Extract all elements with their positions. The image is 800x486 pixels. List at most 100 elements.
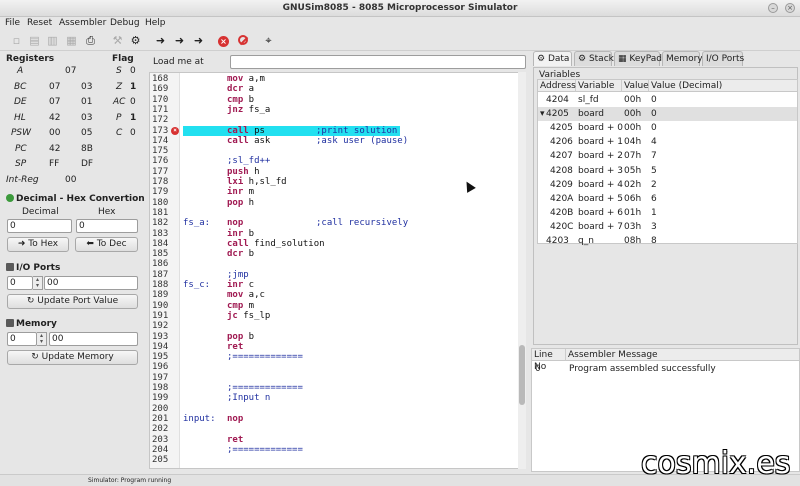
code-line[interactable]: 172	[150, 115, 518, 125]
breakpoint-icon[interactable]: ×	[171, 126, 179, 135]
variable-row[interactable]: 420A board + 5 06h 6	[538, 192, 797, 206]
hex-input[interactable]: 0	[76, 219, 138, 233]
tab-stack[interactable]: ⚙ Stack	[574, 51, 614, 66]
column-header-address[interactable]: Address	[538, 80, 576, 92]
message-row[interactable]: 0 Program assembled successfully	[532, 362, 791, 376]
code-line[interactable]: 197	[150, 373, 518, 383]
gear-icon[interactable]: ⚙	[128, 33, 143, 48]
code-line[interactable]: 180 pop h	[150, 198, 518, 208]
code-line[interactable]: 191 jc fs_lp	[150, 311, 518, 321]
save-as-icon[interactable]: ▦	[64, 33, 79, 48]
variable-expander-icon[interactable]: ▾	[540, 107, 545, 121]
new-file-icon[interactable]: ▫	[9, 33, 24, 48]
editor-scrollbar[interactable]	[518, 72, 526, 469]
to-hex-button[interactable]: ➜ To Hex	[7, 237, 69, 252]
code-line[interactable]: 185 dcr b	[150, 249, 518, 259]
to-dec-button[interactable]: ⬅ To Dec	[75, 237, 138, 252]
editor-scroll-thumb[interactable]	[519, 345, 525, 405]
tab-data[interactable]: ⚙ Data	[533, 51, 572, 66]
code-line[interactable]: 200	[150, 404, 518, 414]
tab-io-ports[interactable]: I/O Ports	[702, 51, 744, 66]
minimize-button[interactable]: –	[768, 3, 778, 13]
code-line[interactable]: 179 inr m	[150, 187, 518, 197]
code-line[interactable]: 205	[150, 455, 518, 465]
step-in-icon[interactable]: ➜	[191, 33, 206, 48]
variable-row[interactable]: 420B board + 6 01h 1	[538, 206, 797, 220]
code-line[interactable]: 169 dcr a	[150, 84, 518, 94]
code-line[interactable]: 186	[150, 259, 518, 269]
variable-row[interactable]: ▾ 4205 board 00h 0	[538, 107, 797, 122]
code-line[interactable]: 181	[150, 208, 518, 218]
code-line[interactable]: 175	[150, 146, 518, 156]
code-line[interactable]: 177 push h	[150, 167, 518, 177]
variable-row[interactable]: 4209 board + 4 02h 2	[538, 178, 797, 192]
code-line[interactable]: 183 inr b	[150, 229, 518, 239]
code-operands: fs_a	[248, 104, 271, 115]
code-line[interactable]: 193 pop b	[150, 332, 518, 342]
memory-address-input[interactable]: 0	[7, 332, 37, 346]
column-header-line-no[interactable]: Line No	[532, 349, 566, 372]
menu-reset[interactable]: Reset	[27, 17, 52, 30]
column-header-value[interactable]: Value	[622, 80, 649, 92]
code-line[interactable]: 190 cmp m	[150, 301, 518, 311]
column-header-variable[interactable]: Variable	[576, 80, 622, 92]
code-line[interactable]: 171 jnz fs_a	[150, 105, 518, 115]
code-line[interactable]: 199 ;Input n	[150, 393, 518, 403]
memory-address-spinner[interactable]: ▴ ▾	[37, 332, 47, 346]
variable-row[interactable]: 4206 board + 1 04h 4	[538, 135, 797, 149]
stop-icon[interactable]: ×	[216, 33, 231, 48]
crosshair-icon[interactable]: ⌖	[261, 33, 276, 48]
variable-row[interactable]: 4205 board + 0 00h 0	[538, 121, 797, 135]
variable-row[interactable]: 420C board + 7 03h 3	[538, 220, 797, 234]
update-memory-button[interactable]: ↻ Update Memory	[7, 350, 138, 365]
code-line[interactable]: 194 ret	[150, 342, 518, 352]
memory-value-input[interactable]: 00	[49, 332, 138, 346]
print-icon[interactable]: ⎙	[83, 33, 98, 48]
code-line[interactable]: 201 input: nop	[150, 414, 518, 424]
code-line[interactable]: 204 ;=============	[150, 445, 518, 455]
code-line[interactable]: 184 call find_solution	[150, 239, 518, 249]
code-mnemonic: dcr	[227, 84, 244, 95]
load-address-input[interactable]	[230, 55, 526, 69]
column-header-value-decimal[interactable]: Value (Decimal)	[649, 80, 797, 92]
variable-row[interactable]: 4204 sl_fd 00h 0	[538, 93, 797, 107]
code-line[interactable]: 198 ;=============	[150, 383, 518, 393]
close-button[interactable]: ×	[785, 3, 795, 13]
variable-row[interactable]: 4207 board + 2 07h 7	[538, 149, 797, 163]
tab-keypad[interactable]: ▦ KeyPad	[614, 51, 662, 66]
column-header-assembler-message[interactable]: Assembler Message	[566, 349, 799, 361]
tab-memory[interactable]: Memory	[662, 51, 703, 66]
code-line[interactable]: 187 ;jmp	[150, 270, 518, 280]
port-value-input[interactable]: 00	[44, 276, 138, 290]
code-line[interactable]: 195 ;=============	[150, 352, 518, 362]
decimal-input[interactable]: 0	[7, 219, 72, 233]
save-file-icon[interactable]: ▥	[45, 33, 60, 48]
open-file-icon[interactable]: ▤	[27, 33, 42, 48]
menu-file[interactable]: File	[5, 17, 20, 30]
code-editor[interactable]: 168 mov a,m 169 dcr a 170 cmp b 171 jnz fs_a 172 173 ×…	[149, 72, 526, 469]
code-line[interactable]: 182 fs_a: nop ;call recursively	[150, 218, 518, 228]
menu-help[interactable]: Help	[145, 17, 166, 30]
code-line[interactable]: 202	[150, 424, 518, 434]
variable-row[interactable]: 4208 board + 3 05h 5	[538, 164, 797, 178]
menu-assembler[interactable]: Assembler	[59, 17, 106, 30]
code-line[interactable]: 188 fs_c: inr c	[150, 280, 518, 290]
update-port-button[interactable]: ↻ Update Port Value	[7, 294, 138, 309]
code-line[interactable]: 168 mov a,m	[150, 74, 518, 84]
menu-debug[interactable]: Debug	[110, 17, 140, 30]
code-line[interactable]: 189 mov a,c	[150, 290, 518, 300]
assemble-icon[interactable]: ⚒	[110, 33, 125, 48]
clear-breakpoints-icon[interactable]	[235, 33, 250, 48]
port-number-input[interactable]: 0	[7, 276, 33, 290]
variable-row[interactable]: 4203 q_n 08h 8	[538, 234, 797, 248]
code-line[interactable]: 176 ;sl_fd++	[150, 156, 518, 166]
step-over-icon[interactable]: ➜	[153, 33, 168, 48]
code-line[interactable]: 203 ret	[150, 435, 518, 445]
code-line[interactable]: 196	[150, 362, 518, 372]
code-line[interactable]: 170 cmp b	[150, 95, 518, 105]
code-line[interactable]: 173 × call ps ;print solution	[150, 125, 518, 136]
step-out-icon[interactable]: ➜	[172, 33, 187, 48]
code-line[interactable]: 174 call ask ;ask user (pause)	[150, 136, 518, 146]
code-line[interactable]: 192	[150, 321, 518, 331]
port-number-spinner[interactable]: ▴ ▾	[33, 276, 43, 290]
